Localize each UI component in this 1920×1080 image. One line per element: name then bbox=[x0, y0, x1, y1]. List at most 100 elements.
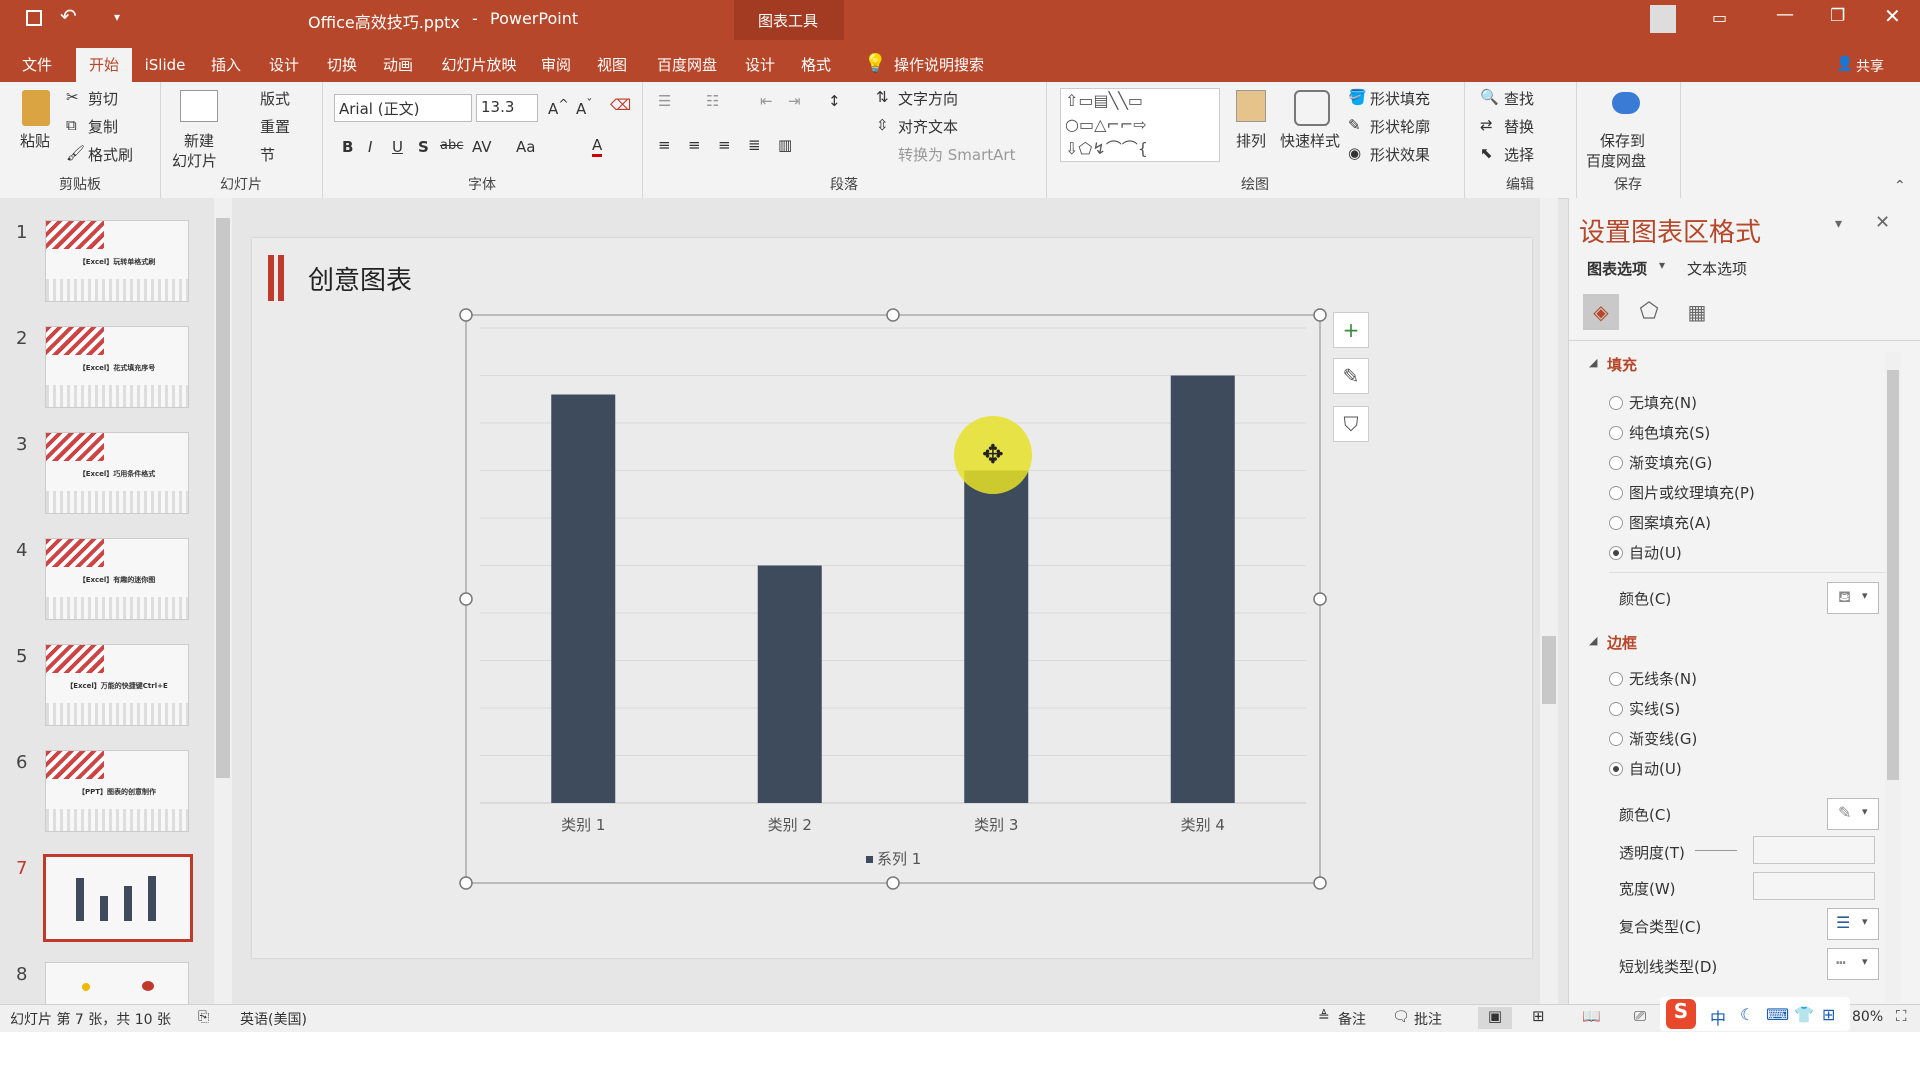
save-to-label-2[interactable]: 百度网盘 bbox=[1586, 150, 1646, 171]
resize-handle[interactable] bbox=[459, 876, 473, 890]
chart-filters-button[interactable]: ⛉ bbox=[1333, 406, 1369, 442]
slideshow-icon[interactable]: ⎚ bbox=[1634, 1007, 1646, 1025]
save-to-label-1[interactable]: 保存到 bbox=[1600, 130, 1645, 151]
fill-color-picker[interactable]: ⛾ ▾ bbox=[1827, 582, 1879, 614]
fill-auto-radio[interactable] bbox=[1609, 546, 1623, 560]
zoom-level[interactable]: 80% bbox=[1852, 1009, 1883, 1025]
language-indicator[interactable]: 英语(美国) bbox=[240, 1009, 307, 1029]
size-properties-icon[interactable]: ▦ bbox=[1679, 294, 1715, 330]
columns-icon[interactable]: ▥ bbox=[778, 136, 792, 154]
fill-gradient-radio[interactable] bbox=[1609, 456, 1623, 470]
align-left-icon[interactable]: ≡ bbox=[658, 136, 671, 154]
cut-button[interactable]: 剪切 bbox=[88, 88, 118, 109]
arrange-icon[interactable] bbox=[1236, 90, 1266, 122]
slide-thumbnail[interactable]: 【Excel】有趣的迷你图 bbox=[45, 538, 189, 620]
avatar[interactable] bbox=[1650, 5, 1676, 33]
share-icon[interactable]: 👤 bbox=[1836, 56, 1853, 72]
quick-styles-icon[interactable] bbox=[1294, 90, 1330, 126]
resize-handle[interactable] bbox=[1313, 308, 1327, 322]
notes-button[interactable]: 备注 bbox=[1338, 1009, 1366, 1029]
text-direction-button[interactable]: 文字方向 bbox=[898, 88, 958, 109]
slide-thumbnail[interactable]: 【PPT】图表的创意制作 bbox=[45, 750, 189, 832]
decrease-indent-icon[interactable]: ⇤ bbox=[760, 92, 773, 110]
ribbon-display-icon[interactable]: ▭ bbox=[1712, 8, 1727, 27]
fill-auto-label[interactable]: 自动(U) bbox=[1629, 542, 1682, 563]
fill-none-label[interactable]: 无填充(N) bbox=[1629, 392, 1697, 413]
tab-text-options[interactable]: 文本选项 bbox=[1687, 258, 1747, 279]
quick-styles-button[interactable]: 快速样式 bbox=[1280, 130, 1340, 151]
fill-none-radio[interactable] bbox=[1609, 396, 1623, 410]
chart-styles-button[interactable]: ✎ bbox=[1333, 358, 1369, 394]
slide-thumbnail[interactable]: 【Excel】花式填充序号 bbox=[45, 326, 189, 408]
tab-baidu[interactable]: 百度网盘 bbox=[652, 48, 722, 82]
tab-slideshow[interactable]: 幻灯片放映 bbox=[436, 48, 522, 82]
normal-view-icon[interactable]: ▣ bbox=[1478, 1007, 1512, 1029]
fill-solid-radio[interactable] bbox=[1609, 426, 1623, 440]
border-gradient-label[interactable]: 渐变线(G) bbox=[1629, 728, 1697, 749]
text-direction-icon[interactable]: ⇅ bbox=[876, 88, 889, 106]
bullets-icon[interactable]: ☰ bbox=[658, 92, 671, 110]
fill-pattern-radio[interactable] bbox=[1609, 516, 1623, 530]
select-button[interactable]: 选择 bbox=[1504, 144, 1534, 165]
panel-options-dropdown-icon[interactable]: ▾ bbox=[1835, 216, 1842, 232]
resize-handle[interactable] bbox=[459, 308, 473, 322]
transparency-slider[interactable] bbox=[1695, 850, 1737, 851]
tab-animations[interactable]: 动画 bbox=[378, 48, 418, 82]
shapes-gallery[interactable]: ⇧▭▤╲╲▭ ○▭△⌐⌐⇨ ⇩⬠↯⌒⌒{ bbox=[1060, 88, 1220, 162]
ime-keyboard-icon[interactable]: ⌨ bbox=[1766, 1005, 1789, 1024]
comments-icon[interactable]: 🗨 bbox=[1392, 1009, 1410, 1025]
new-slide-icon[interactable] bbox=[180, 90, 218, 122]
sogou-icon[interactable]: S bbox=[1666, 999, 1696, 1029]
transparency-input[interactable] bbox=[1753, 836, 1875, 864]
paste-button[interactable]: 粘贴 bbox=[20, 130, 50, 151]
fill-solid-label[interactable]: 纯色填充(S) bbox=[1629, 422, 1710, 443]
slide-thumbnail[interactable]: 【Excel】巧用条件格式 bbox=[45, 432, 189, 514]
resize-handle[interactable] bbox=[886, 308, 900, 322]
comments-button[interactable]: 批注 bbox=[1414, 1009, 1442, 1029]
grow-font-icon[interactable]: A^ bbox=[548, 96, 569, 118]
ime-moon-icon[interactable]: ☾ bbox=[1740, 1005, 1754, 1024]
font-color-button[interactable]: A bbox=[592, 136, 603, 157]
format-painter-button[interactable]: 格式刷 bbox=[88, 144, 133, 165]
justify-icon[interactable]: ≣ bbox=[748, 136, 761, 154]
panel-close-icon[interactable]: ✕ bbox=[1875, 212, 1890, 233]
share-button[interactable]: 共享 bbox=[1856, 56, 1884, 76]
strikethrough-button[interactable]: abc bbox=[440, 138, 463, 153]
shrink-font-icon[interactable]: Aˇ bbox=[576, 96, 593, 118]
maximize-icon[interactable]: ❐ bbox=[1830, 6, 1845, 26]
smartart-button[interactable]: 转换为 SmartArt bbox=[898, 144, 1015, 165]
fit-slide-icon[interactable]: ⛶ bbox=[1896, 1007, 1907, 1025]
border-auto-label[interactable]: 自动(U) bbox=[1629, 758, 1682, 779]
tab-chart-design[interactable]: 设计 bbox=[740, 48, 780, 82]
resize-handle[interactable] bbox=[886, 876, 900, 890]
find-button[interactable]: 查找 bbox=[1504, 88, 1534, 109]
dash-type-select[interactable]: ┅ ▾ bbox=[1827, 948, 1879, 980]
bold-button[interactable]: B bbox=[342, 138, 353, 156]
border-none-label[interactable]: 无线条(N) bbox=[1629, 668, 1697, 689]
thumbnail-scroll-thumb[interactable] bbox=[216, 218, 230, 778]
replace-button[interactable]: 替换 bbox=[1504, 116, 1534, 137]
tab-file[interactable]: 文件 bbox=[14, 48, 60, 82]
change-case-button[interactable]: Aa bbox=[516, 138, 535, 156]
clear-format-icon[interactable]: ⌫ bbox=[610, 96, 631, 114]
notes-icon[interactable]: ≜ bbox=[1318, 1009, 1330, 1025]
border-none-radio[interactable] bbox=[1609, 672, 1623, 686]
layout-button[interactable]: 版式 bbox=[260, 88, 290, 109]
align-right-icon[interactable]: ≡ bbox=[718, 136, 731, 154]
baidu-cloud-icon[interactable] bbox=[1612, 92, 1640, 114]
font-name-select[interactable]: Arial (正文) bbox=[334, 94, 472, 122]
tell-me-search[interactable]: 操作说明搜索 bbox=[894, 48, 994, 82]
shape-fill-button[interactable]: 形状填充 bbox=[1370, 88, 1430, 109]
border-section-collapse-icon[interactable]: ◢ bbox=[1589, 634, 1597, 647]
spellcheck-icon[interactable]: ⎘ bbox=[198, 1009, 209, 1025]
slide-thumbnail[interactable]: 【Excel】万能的快捷键Ctrl+E bbox=[45, 644, 189, 726]
fill-picture-label[interactable]: 图片或纹理填充(P) bbox=[1629, 482, 1755, 503]
slide-sorter-icon[interactable]: ⊞ bbox=[1532, 1007, 1545, 1025]
align-center-icon[interactable]: ≡ bbox=[688, 136, 701, 154]
fill-line-icon[interactable]: ◈ bbox=[1583, 294, 1619, 330]
slide-thumbnail[interactable] bbox=[43, 854, 193, 942]
border-solid-radio[interactable] bbox=[1609, 702, 1623, 716]
italic-button[interactable]: I bbox=[368, 138, 372, 156]
tab-chart-format[interactable]: 格式 bbox=[796, 48, 836, 82]
tab-design[interactable]: 设计 bbox=[264, 48, 304, 82]
